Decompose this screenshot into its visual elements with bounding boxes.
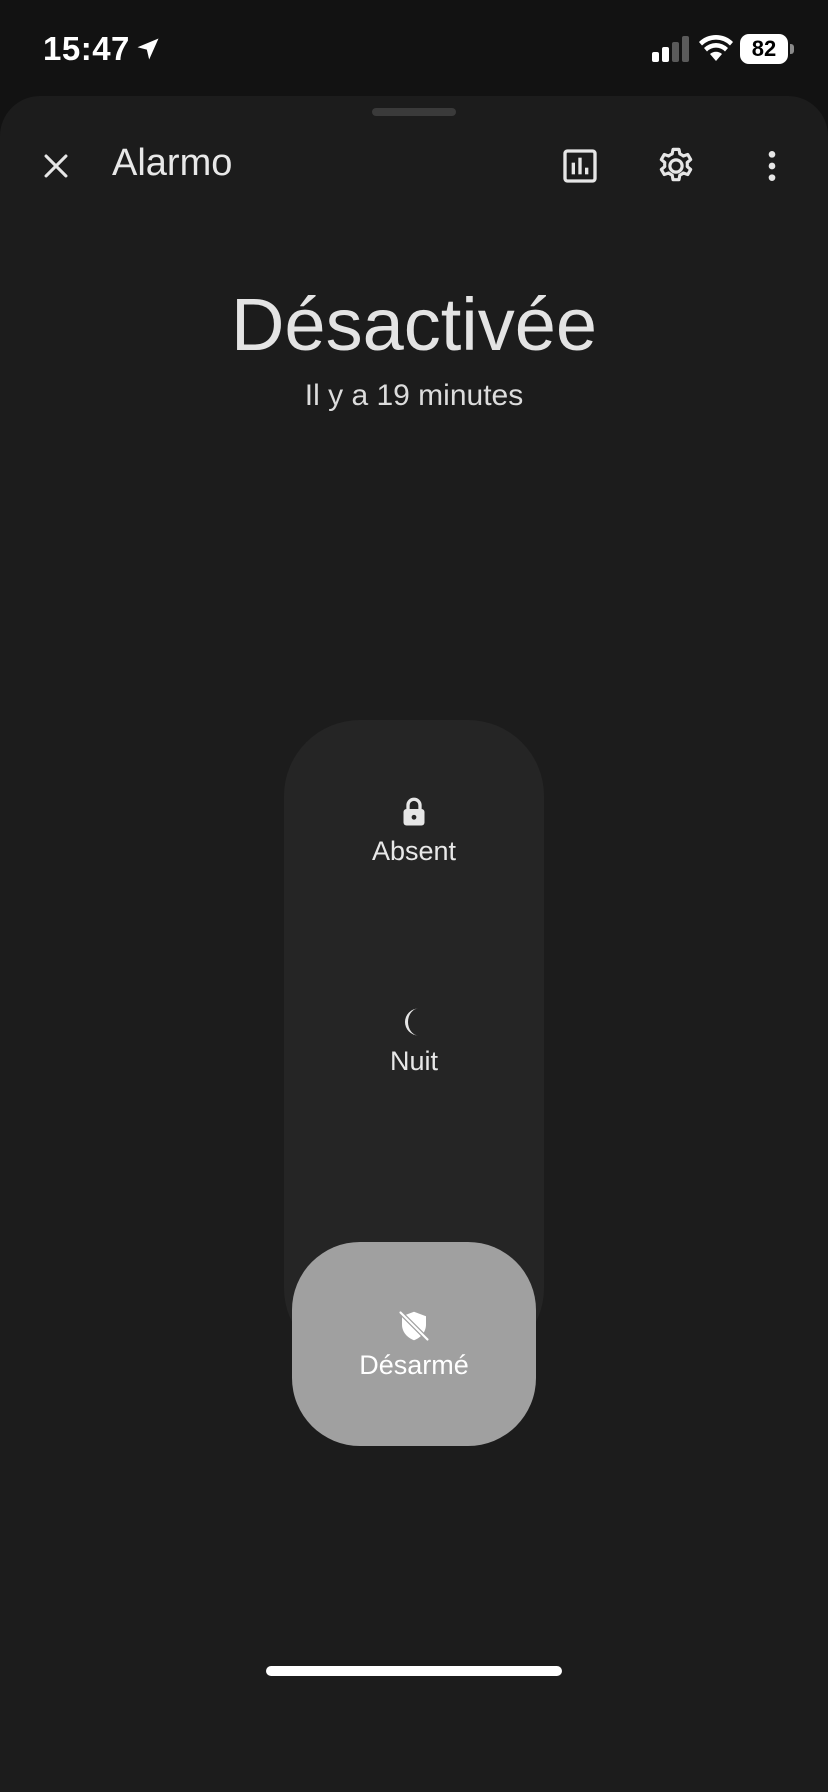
location-arrow-icon: [137, 38, 159, 60]
status-bar: 15:47 82: [0, 0, 828, 96]
close-button[interactable]: [28, 138, 84, 194]
wifi-icon: [699, 34, 733, 61]
history-button[interactable]: [552, 138, 608, 194]
lock-icon: [403, 797, 425, 825]
cellular-signal-icon: [652, 36, 689, 62]
history-icon: [563, 149, 597, 183]
gear-icon: [659, 147, 693, 182]
mode-disarmed-label: Désarmé: [359, 1349, 469, 1380]
app-title: Alarmo: [112, 142, 233, 184]
mode-night-button[interactable]: Nuit: [284, 938, 544, 1142]
more-options-button[interactable]: [744, 138, 800, 194]
mode-away-button[interactable]: Absent: [284, 728, 544, 932]
mode-disarmed-button[interactable]: Désarmé: [292, 1242, 536, 1446]
more-vertical-icon: [768, 151, 776, 181]
status-time: 15:47: [43, 30, 130, 67]
mode-selector: Absent Nuit Désarmé: [284, 720, 544, 1446]
alarm-state-title: Désactivée: [230, 283, 598, 366]
battery-indicator: 82: [740, 34, 794, 64]
shield-off-icon: [398, 1309, 430, 1342]
mode-night-label: Nuit: [389, 1045, 438, 1076]
close-icon: [44, 154, 68, 178]
battery-level: 82: [740, 34, 788, 64]
settings-button[interactable]: [648, 138, 704, 194]
alarm-state-since: Il y a 19 minutes: [304, 379, 524, 412]
alarm-sheet: Alarmo Désactivée Il y a 19 minutes Abse…: [0, 96, 828, 1792]
moon-icon: [404, 1008, 419, 1035]
sheet-grabber[interactable]: [372, 108, 456, 116]
home-indicator[interactable]: [266, 1666, 562, 1676]
mode-away-label: Absent: [371, 835, 457, 866]
battery-nub: [790, 44, 794, 54]
